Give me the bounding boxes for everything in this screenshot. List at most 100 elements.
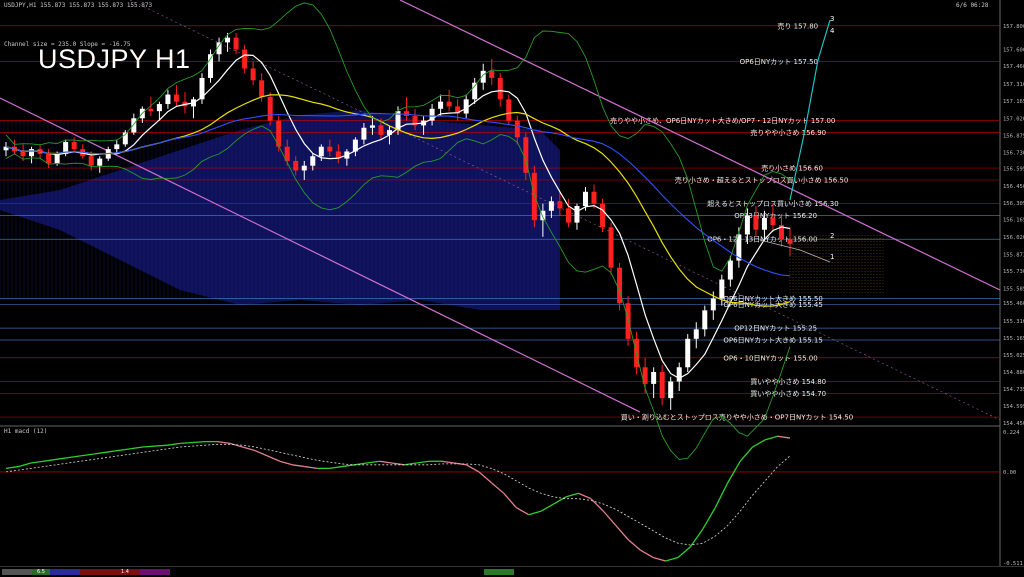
- price-tick-label: 155.585: [1003, 286, 1024, 292]
- macd-main-segment: [354, 462, 367, 466]
- macd-main-segment: [739, 446, 754, 462]
- macd-main-segment: [130, 446, 143, 450]
- marker-3: 3: [830, 15, 834, 23]
- macd-main-segment: [242, 446, 256, 452]
- candle-body: [753, 215, 759, 230]
- candle-body: [327, 146, 333, 152]
- candle-body: [693, 329, 699, 339]
- price-tick-label: 155.310: [1003, 319, 1024, 325]
- price-tick-label: 157.800: [1003, 24, 1024, 30]
- annotation-label: OP6日NYカット大きめ 155.15: [723, 336, 822, 345]
- macd-main-segment: [652, 556, 666, 562]
- candle-body: [54, 153, 60, 164]
- candle-body: [250, 68, 256, 81]
- price-tick-label: 157.020: [1003, 116, 1024, 122]
- candle-body: [267, 96, 273, 121]
- datetime-readout: 6/6 06:28: [956, 2, 989, 9]
- candle-body: [156, 104, 162, 112]
- candle-body: [710, 298, 716, 311]
- price-tick-label: 156.305: [1003, 201, 1024, 207]
- candle-body: [20, 151, 26, 157]
- candle-body: [225, 37, 231, 43]
- price-tick-label: 156.165: [1003, 218, 1024, 224]
- macd-main-segment: [80, 453, 94, 457]
- candle-body: [685, 338, 691, 368]
- candle-body: [208, 54, 214, 78]
- macd-main-segment: [503, 492, 517, 508]
- candle-body: [446, 101, 452, 107]
- candle-body: [761, 217, 767, 230]
- price-tick-label: 154.595: [1003, 404, 1024, 410]
- macd-main-segment: [602, 510, 617, 526]
- macd-main-segment: [192, 440, 206, 444]
- macd-main-segment: [304, 465, 318, 470]
- symbol-info: USDJPY,H1 155.873 155.873 155.873 155.87…: [4, 2, 153, 9]
- candle-body: [770, 217, 776, 225]
- price-tick-label: 156.450: [1003, 184, 1024, 190]
- macd-main-segment: [540, 503, 554, 512]
- annotation-label: OP6・10日NYカット 155.00: [723, 354, 817, 362]
- price-tick-label: 156.730: [1003, 151, 1024, 157]
- macd-tick-label: 0.224: [1003, 430, 1020, 436]
- macd-main-segment: [105, 449, 119, 453]
- price-tick-label: 155.730: [1003, 269, 1024, 275]
- candle-body: [514, 120, 520, 138]
- candle-body: [676, 367, 682, 382]
- macd-main-segment: [366, 460, 380, 464]
- candle-body: [148, 108, 154, 112]
- candle-body: [702, 310, 708, 330]
- macd-main-segment: [665, 556, 679, 562]
- macd-main-segment: [515, 507, 529, 516]
- macd-main-segment: [217, 440, 231, 445]
- price-tick-label: 157.600: [1003, 48, 1024, 54]
- macd-main-segment: [466, 464, 480, 473]
- annotation-label: OP6日NYカット大きめ 155.45: [723, 300, 822, 309]
- candle-body: [173, 94, 179, 102]
- candle-body: [489, 70, 495, 78]
- price-tick-label: 155.025: [1003, 353, 1024, 359]
- macd-main-segment: [528, 510, 542, 516]
- macd-main-segment: [702, 507, 716, 530]
- candle-body: [651, 372, 657, 384]
- candle-body: [600, 203, 606, 228]
- macd-main-segment: [640, 549, 654, 559]
- candle-body: [165, 94, 171, 105]
- annotation-label: 買いやや小さめ 154.80: [750, 377, 826, 386]
- candle-body: [557, 201, 563, 209]
- candle-body: [88, 156, 94, 166]
- price-tick-label: 154.880: [1003, 370, 1024, 376]
- candle-body: [378, 125, 384, 135]
- macd-main-segment: [43, 458, 56, 462]
- candle-body: [361, 127, 367, 140]
- macd-main-segment: [117, 448, 131, 452]
- price-tick-label: 156.020: [1003, 235, 1024, 241]
- price-chart[interactable]: 157.800 157.600 157.460 157.310 157.165 157.0…: [0, 0, 1024, 576]
- macd-main-segment: [764, 435, 778, 441]
- candle-body: [506, 99, 512, 121]
- candle-body: [369, 125, 375, 128]
- macd-main-segment: [68, 455, 81, 459]
- candle-body: [293, 160, 299, 171]
- bar-label-1: 6.5: [32, 569, 50, 575]
- macd-main-segment: [329, 465, 343, 470]
- price-tick-label: 154.450: [1003, 421, 1024, 427]
- annotation-label: OP12日NYカット 155.25: [734, 325, 817, 333]
- candle-body: [438, 101, 444, 109]
- candle-body: [574, 206, 580, 223]
- macd-main-segment: [55, 457, 69, 461]
- price-tick-label: 155.873: [1003, 252, 1024, 258]
- bar-segment: [50, 569, 80, 575]
- macd-main-segment: [279, 460, 293, 466]
- candle-body: [29, 149, 35, 157]
- macd-main-segment: [93, 451, 106, 455]
- candle-body: [497, 77, 503, 100]
- macd-main-segment: [341, 464, 355, 468]
- price-tick-label: 155.165: [1003, 336, 1024, 342]
- annotation-label: 売りやや小さめ 156.90: [750, 128, 826, 137]
- macd-main-segment: [578, 492, 592, 500]
- macd-main-segment: [254, 449, 268, 457]
- candle-body: [46, 153, 52, 164]
- macd-main-segment: [441, 460, 455, 464]
- macd-main-segment: [142, 445, 156, 448]
- candle-body: [301, 165, 307, 171]
